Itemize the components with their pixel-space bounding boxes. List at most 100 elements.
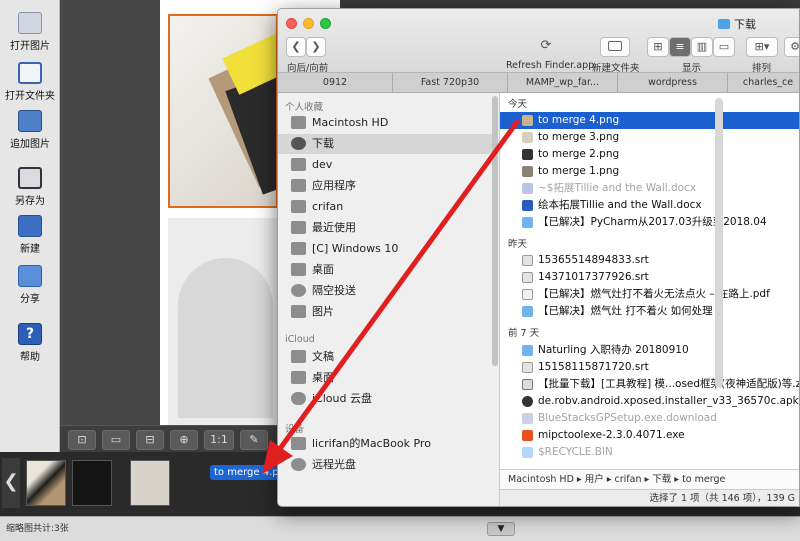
- word-file-icon: [522, 200, 533, 211]
- sidebar-item-crifan[interactable]: crifan: [278, 197, 492, 217]
- help-button[interactable]: ? 帮助: [0, 323, 60, 363]
- file-row[interactable]: 【批量下载】[工具教程] 模...osed框架(夜神适配版)等.zip: [500, 376, 799, 393]
- sidebar-item-desktop[interactable]: 桌面: [278, 260, 492, 280]
- list-view-button[interactable]: ≡: [669, 37, 691, 57]
- window-title: 下载: [718, 16, 756, 32]
- column-view-button[interactable]: ▥: [691, 37, 713, 57]
- file-row[interactable]: de.robv.android.xposed.installer_v33_365…: [500, 393, 799, 410]
- action-gear-icon[interactable]: ⚙: [784, 37, 799, 57]
- sidebar-item-airdrop[interactable]: 隔空投送: [278, 281, 492, 301]
- sidebar-item-icloud-documents[interactable]: 文稿: [278, 347, 492, 367]
- open-image-button[interactable]: 打开图片: [0, 12, 60, 52]
- file-row[interactable]: to merge 3.png: [500, 129, 799, 146]
- finder-sidebar: 个人收藏 Macintosh HD 下载 dev 应用程序 crifan 最近使…: [278, 93, 500, 506]
- file-row[interactable]: to merge 1.png: [500, 163, 799, 180]
- sidebar-item-label: 最近使用: [312, 221, 356, 234]
- file-name: Naturling 入职待办 20180910: [538, 344, 689, 356]
- share-button[interactable]: 分享: [0, 265, 60, 305]
- sidebar-item-label: 桌面: [312, 263, 334, 276]
- photo-colosseum[interactable]: [168, 218, 280, 425]
- sidebar-item-label: Macintosh HD: [312, 116, 389, 129]
- file-name: 【已解决】PyCharm从2017.03升级到2018.04: [538, 216, 767, 228]
- minimize-window-icon[interactable]: [303, 18, 314, 29]
- thumbnail-1[interactable]: [26, 460, 66, 506]
- file-row[interactable]: 【已解决】燃气灶打不着火无法点火 – 在路上.pdf: [500, 286, 799, 303]
- sidebar-item-windows10[interactable]: [C] Windows 10: [278, 239, 492, 259]
- add-image-button[interactable]: 追加图片: [0, 110, 60, 150]
- tab-mamp[interactable]: MAMP_wp_far...: [508, 73, 618, 93]
- refresh-label: Refresh Finder.app: [506, 60, 595, 71]
- strip-prev-button[interactable]: ❮: [2, 458, 20, 508]
- new-folder-button[interactable]: [600, 37, 630, 57]
- file-row[interactable]: 14371017377926.srt: [500, 269, 799, 286]
- actual-size-button[interactable]: 1:1: [204, 430, 234, 450]
- fit-tool-button[interactable]: ⊟: [136, 430, 164, 450]
- edit-tool-button[interactable]: ✎: [240, 430, 268, 450]
- sidebar-item-recents[interactable]: 最近使用: [278, 218, 492, 238]
- frame-tool-button[interactable]: ▭: [102, 430, 130, 450]
- finder-window: 下载 ❮ ❯ 向后/向前 ⟳ Refresh Finder.app 新建文件夹 …: [277, 8, 800, 507]
- sidebar-scrollbar[interactable]: [492, 96, 498, 366]
- downloads-icon: [291, 137, 306, 150]
- file-row[interactable]: ~$拓展Tillie and the Wall.docx: [500, 180, 799, 197]
- document-icon: [291, 242, 306, 255]
- sidebar-item-macbook[interactable]: licrifan的MacBook Pro: [278, 434, 492, 454]
- finder-status-bar: 选择了 1 项（共 146 项），139 G: [500, 489, 799, 506]
- thumbnail-3[interactable]: [130, 460, 170, 506]
- file-name: 【已解决】燃气灶打不着火无法点火 – 在路上.pdf: [538, 288, 770, 300]
- close-window-icon[interactable]: [286, 18, 297, 29]
- sidebar-item-applications[interactable]: 应用程序: [278, 176, 492, 196]
- back-button[interactable]: ❮: [286, 37, 306, 57]
- file-name: to merge 3.png: [538, 131, 620, 143]
- sidebar-item-dev[interactable]: dev: [278, 155, 492, 175]
- tab-wordpress[interactable]: wordpress: [618, 73, 728, 93]
- file-row[interactable]: 【已解决】PyCharm从2017.03升级到2018.04: [500, 214, 799, 231]
- save-as-button[interactable]: 另存为: [0, 167, 60, 207]
- arrange-button[interactable]: ⊞▾: [746, 37, 778, 57]
- file-row[interactable]: 【已解决】燃气灶 打不着火 如何处理: [500, 303, 799, 320]
- sidebar-item-macintosh-hd[interactable]: Macintosh HD: [278, 113, 492, 133]
- favorites-header: 个人收藏: [285, 102, 324, 113]
- sidebar-item-icloud-drive[interactable]: iCloud 云盘: [278, 389, 492, 409]
- thumbnail-2[interactable]: [72, 460, 112, 506]
- file-row[interactable]: 15158115871720.srt: [500, 359, 799, 376]
- sidebar-item-remote-disc[interactable]: 远程光盘: [278, 455, 492, 475]
- file-row[interactable]: BlueStacksGPSetup.exe.download: [500, 410, 799, 427]
- zoom-window-icon[interactable]: [320, 18, 331, 29]
- file-row[interactable]: 绘本拓展Tillie and the Wall.docx: [500, 197, 799, 214]
- open-folder-button[interactable]: 打开文件夹: [0, 62, 60, 102]
- tab-fast-720p30[interactable]: Fast 720p30: [393, 73, 508, 93]
- sidebar-item-icloud-desktop[interactable]: 桌面: [278, 368, 492, 388]
- docx-file-icon: [522, 183, 533, 194]
- file-row[interactable]: mipctoolexe-2.3.0.4071.exe: [500, 427, 799, 444]
- crop-tool-button[interactable]: ⊡: [68, 430, 96, 450]
- file-name: BlueStacksGPSetup.exe.download: [538, 412, 717, 424]
- file-row[interactable]: $RECYCLE.BIN: [500, 444, 799, 461]
- new-button[interactable]: 新建: [0, 215, 60, 255]
- sidebar-item-label: crifan: [312, 200, 344, 213]
- sidebar-item-label: dev: [312, 158, 333, 171]
- path-bar[interactable]: Macintosh HD ▸ 用户 ▸ crifan ▸ 下载 ▸ to mer…: [500, 469, 799, 489]
- file-name: ~$拓展Tillie and the Wall.docx: [538, 182, 697, 194]
- refresh-icon[interactable]: ⟳: [536, 37, 556, 57]
- folder-icon: [522, 345, 533, 356]
- file-list-scrollbar[interactable]: [715, 98, 723, 388]
- gallery-view-button[interactable]: ▭: [713, 37, 735, 57]
- file-name: $RECYCLE.BIN: [538, 446, 613, 458]
- sidebar-item-pictures[interactable]: 图片: [278, 302, 492, 322]
- new-folder-label: 新建文件夹: [592, 63, 640, 74]
- tab-0912[interactable]: 0912: [278, 73, 393, 93]
- desktop-icon: [291, 371, 306, 384]
- file-row[interactable]: to merge 4.png: [500, 112, 799, 129]
- sidebar-item-downloads[interactable]: 下载: [278, 134, 492, 154]
- move-tool-button[interactable]: ⊕: [170, 430, 198, 450]
- file-row[interactable]: 15365514894833.srt: [500, 252, 799, 269]
- applications-icon: [291, 179, 306, 192]
- tab-charles[interactable]: charles_ce: [728, 73, 799, 93]
- forward-button[interactable]: ❯: [306, 37, 326, 57]
- collapse-button[interactable]: ▼: [487, 522, 515, 536]
- photo-cards[interactable]: [168, 14, 278, 208]
- icon-view-button[interactable]: ⊞: [647, 37, 669, 57]
- file-row[interactable]: to merge 2.png: [500, 146, 799, 163]
- file-row[interactable]: Naturling 入职待办 20180910: [500, 342, 799, 359]
